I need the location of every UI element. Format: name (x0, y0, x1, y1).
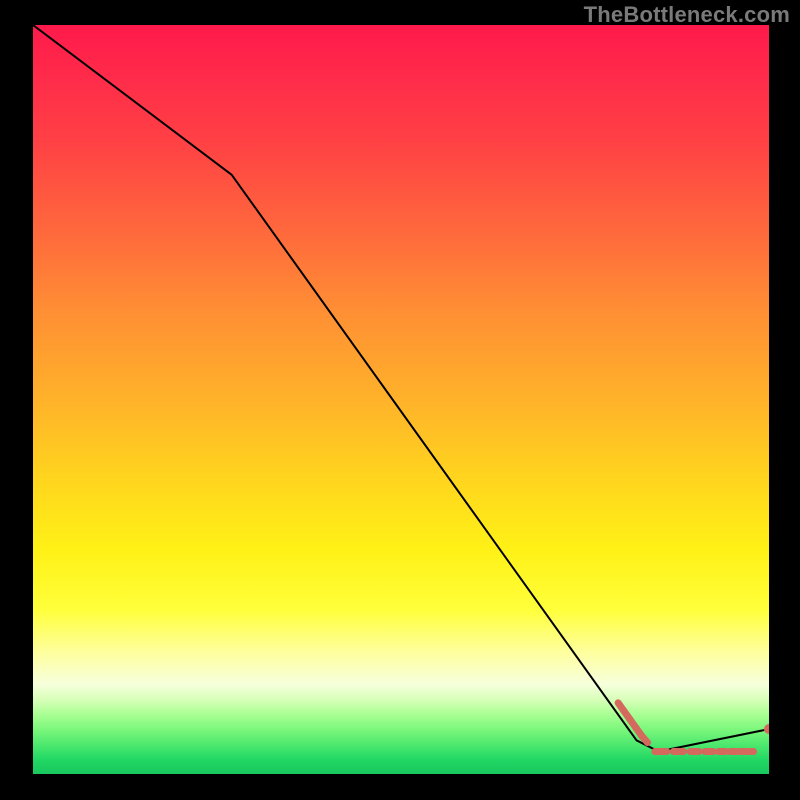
watermark-text: TheBottleneck.com (584, 2, 790, 28)
plot-area (33, 25, 769, 774)
chart-frame: TheBottleneck.com (0, 0, 800, 800)
optimal-zone-dashes (618, 703, 753, 752)
chart-overlay (33, 25, 769, 774)
bottleneck-curve (33, 25, 769, 752)
curve-end-dot (764, 724, 769, 734)
